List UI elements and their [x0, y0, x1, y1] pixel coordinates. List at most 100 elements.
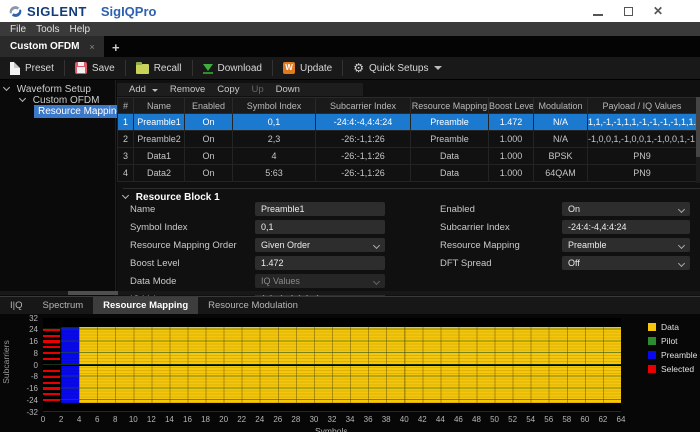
up-button[interactable]: Up: [251, 84, 263, 95]
legend-label: Data: [661, 322, 679, 332]
table-cell[interactable]: Data2: [134, 165, 185, 182]
table-cell[interactable]: 5:63: [233, 165, 316, 182]
table-cell[interactable]: -1,0,0,1,-1,0,0,1,-1,0,0,1,-1,...: [588, 131, 697, 148]
resource-block-header[interactable]: Resource Block 1: [123, 188, 700, 203]
column-header[interactable]: Modulation: [534, 98, 588, 114]
chevron-down-icon: [3, 84, 10, 91]
minimize-button[interactable]: [585, 3, 611, 19]
table-cell[interactable]: 0,1: [233, 114, 316, 131]
table-cell[interactable]: N/A: [534, 114, 588, 131]
menu-tools[interactable]: Tools: [36, 24, 59, 35]
dft-spread-select[interactable]: Off: [562, 256, 690, 270]
table-cell[interactable]: 4: [233, 148, 316, 165]
down-button[interactable]: Down: [276, 84, 300, 95]
resource-panel: Add Remove Copy Up Down #NameEnabledSymb…: [117, 80, 700, 296]
table-row[interactable]: 2Preamble2On2,3-26:-1,1:26Preamble1.000N…: [118, 131, 697, 148]
table-row[interactable]: 4Data2On5:63-26:-1,1:26Data1.00064QAMPN9: [118, 165, 697, 182]
column-header[interactable]: Payload / IQ Values: [588, 98, 697, 114]
tab-close-icon[interactable]: ×: [89, 42, 94, 52]
column-header[interactable]: Subcarrier Index: [316, 98, 411, 114]
table-cell[interactable]: 1: [118, 114, 134, 131]
table-cell[interactable]: BPSK: [534, 148, 588, 165]
x-tick-label: 28: [287, 415, 305, 424]
table-cell[interactable]: Preamble2: [134, 131, 185, 148]
table-cell[interactable]: -26:-1,1:26: [316, 131, 411, 148]
table-row[interactable]: 1Preamble1On0,1-24:4:-4,4:4:24Preamble1.…: [118, 114, 697, 131]
menu-file[interactable]: File: [10, 24, 26, 35]
table-cell[interactable]: 2,3: [233, 131, 316, 148]
table-cell[interactable]: -24:4:-4,4:4:24: [316, 114, 411, 131]
close-button[interactable]: ✕: [645, 3, 671, 19]
quick-setups-button[interactable]: ⚙ Quick Setups: [343, 57, 452, 80]
save-button[interactable]: Save: [65, 57, 125, 80]
column-header[interactable]: Resource Mapping: [411, 98, 489, 114]
tab-resource-mapping[interactable]: Resource Mapping: [93, 297, 198, 314]
column-header[interactable]: Boost Level: [489, 98, 534, 114]
x-tick-label: 12: [142, 415, 160, 424]
table-cell[interactable]: On: [185, 114, 233, 131]
table-cell[interactable]: Preamble1: [134, 114, 185, 131]
selected-mark: [43, 358, 60, 360]
chart-plot-area[interactable]: [43, 318, 621, 412]
copy-button[interactable]: Copy: [217, 84, 239, 95]
tree-item-resource-mapping[interactable]: Resource Mapping: [34, 105, 126, 118]
tab-custom-ofdm[interactable]: Custom OFDM ×: [0, 36, 104, 57]
subcarrier-index-field[interactable]: -24:4:-4,4:4:24: [562, 220, 690, 234]
table-cell[interactable]: Preamble: [411, 114, 489, 131]
data-mode-select[interactable]: IQ Values: [255, 274, 385, 288]
table-cell[interactable]: Preamble: [411, 131, 489, 148]
table-cell[interactable]: Data: [411, 165, 489, 182]
table-cell[interactable]: 64QAM: [534, 165, 588, 182]
table-cell[interactable]: 1.000: [489, 131, 534, 148]
x-tick-label: 22: [233, 415, 251, 424]
download-button[interactable]: Download: [193, 57, 272, 80]
table-cell[interactable]: -26:-1,1:26: [316, 165, 411, 182]
y-tick-label: 32: [12, 314, 38, 323]
table-cell[interactable]: 2: [118, 131, 134, 148]
table-cell[interactable]: Data: [411, 148, 489, 165]
recall-button[interactable]: Recall: [126, 57, 192, 80]
table-cell[interactable]: 1.000: [489, 165, 534, 182]
column-header[interactable]: Enabled: [185, 98, 233, 114]
table-scrollbar[interactable]: [696, 97, 700, 183]
remove-button[interactable]: Remove: [170, 84, 205, 95]
enabled-select[interactable]: On: [562, 202, 690, 216]
table-cell[interactable]: 1.000: [489, 148, 534, 165]
title-bar: SIGLENT SigIQPro ✕: [0, 0, 700, 22]
legend-item: Preamble: [648, 350, 697, 360]
table-cell[interactable]: On: [185, 131, 233, 148]
tab-resource-modulation[interactable]: Resource Modulation: [198, 297, 308, 314]
table-cell[interactable]: 1,1,-1,-1,1,1,-1,-1,-1,-1,1,1...: [588, 114, 697, 131]
table-cell[interactable]: 1.472: [489, 114, 534, 131]
preset-button[interactable]: Preset: [0, 57, 64, 80]
tab-i-q[interactable]: I|Q: [0, 297, 33, 314]
field-label: Subcarrier Index: [440, 222, 510, 233]
tree-item-waveform-setup[interactable]: Waveform Setup: [4, 84, 91, 95]
table-cell[interactable]: -26:-1,1:26: [316, 148, 411, 165]
table-cell[interactable]: PN9: [588, 148, 697, 165]
x-tick-label: 36: [359, 415, 377, 424]
table-cell[interactable]: N/A: [534, 131, 588, 148]
table-row[interactable]: 3Data1On4-26:-1,1:26Data1.000BPSKPN9: [118, 148, 697, 165]
y-tick-label: -16: [12, 384, 38, 393]
x-tick-label: 14: [160, 415, 178, 424]
table-cell[interactable]: 4: [118, 165, 134, 182]
update-button[interactable]: W Update: [273, 57, 342, 80]
column-header[interactable]: Name: [134, 98, 185, 114]
table-cell[interactable]: 3: [118, 148, 134, 165]
add-button[interactable]: Add: [129, 84, 158, 95]
menu-help[interactable]: Help: [69, 24, 90, 35]
horizontal-scrollbar[interactable]: [0, 291, 700, 295]
resource-mapping-select[interactable]: Preamble: [562, 238, 690, 252]
table-cell[interactable]: On: [185, 148, 233, 165]
table-cell[interactable]: Data1: [134, 148, 185, 165]
brand-text: SIGLENT: [27, 4, 87, 19]
new-tab-button[interactable]: +: [112, 40, 120, 55]
selected-mark: [43, 340, 60, 342]
column-header[interactable]: #: [118, 98, 134, 114]
column-header[interactable]: Symbol Index: [233, 98, 316, 114]
maximize-button[interactable]: [615, 3, 641, 19]
table-cell[interactable]: PN9: [588, 165, 697, 182]
table-cell[interactable]: On: [185, 165, 233, 182]
tab-spectrum[interactable]: Spectrum: [33, 297, 94, 314]
